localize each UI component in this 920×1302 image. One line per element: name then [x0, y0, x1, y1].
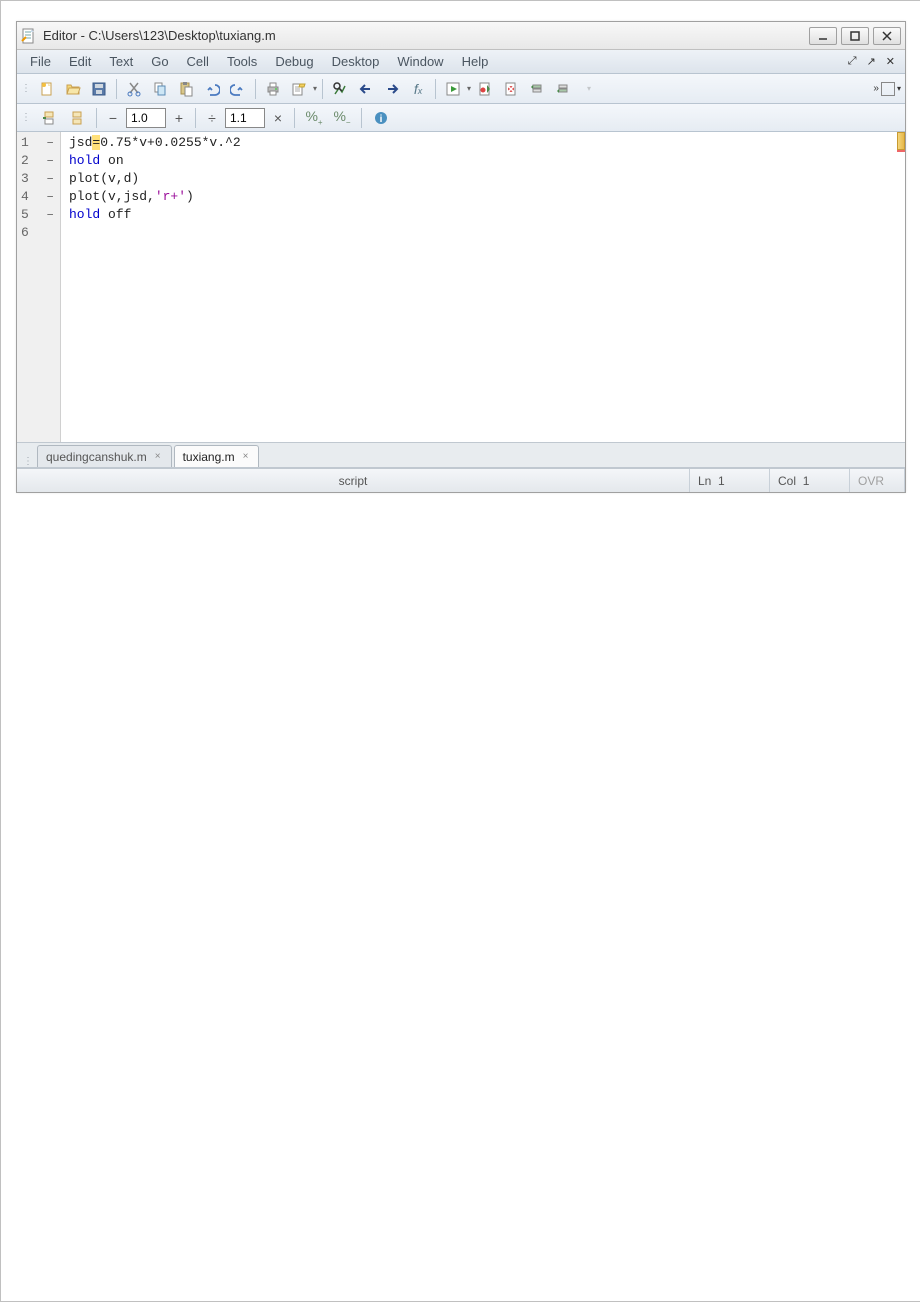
window-title: Editor - C:\Users\123\Desktop\tuxiang.m — [43, 28, 809, 43]
minus-icon[interactable]: − — [104, 110, 122, 126]
line-gutter: 1 – 2 – 3 – 4 – 5 – 6 — [17, 132, 61, 442]
menu-file[interactable]: File — [21, 51, 60, 72]
status-line: Ln 1 — [690, 469, 770, 492]
toolbar-overflow-icon[interactable]: » — [873, 83, 879, 94]
print-button[interactable] — [261, 77, 285, 101]
tab-label: quedingcanshuk.m — [46, 450, 147, 464]
menu-edit[interactable]: Edit — [60, 51, 100, 72]
editor-area[interactable]: 1 – 2 – 3 – 4 – 5 – 6 jsd=0.75*v+0.0255*v.^2h… — [17, 132, 905, 442]
menubar: File Edit Text Go Cell Tools Debug Deskt… — [17, 50, 905, 74]
cell-step-input-2[interactable] — [225, 108, 265, 128]
status-ovr[interactable]: OVR — [850, 469, 905, 492]
line-number: 5 — [21, 207, 29, 223]
message-mark-icon[interactable] — [897, 150, 905, 152]
stack-down-button[interactable] — [551, 77, 575, 101]
dock-icon[interactable]: ⤢ — [846, 53, 859, 70]
svg-text:i: i — [380, 114, 383, 125]
undock-icon[interactable]: ↗ — [865, 53, 878, 70]
line-dash: – — [46, 135, 54, 151]
toolbar-handle-icon: ⋮ — [21, 83, 31, 94]
cell-handle-icon: ⋮ — [21, 112, 31, 123]
save-button[interactable] — [87, 77, 111, 101]
editor-window: Editor - C:\Users\123\Desktop\tuxiang.m … — [16, 21, 906, 493]
toolbar-box-icon[interactable] — [881, 82, 895, 96]
cell-eval-button[interactable] — [65, 106, 89, 130]
cell-toolbar: ⋮ − + ÷ × %+ %− i — [17, 104, 905, 132]
app-icon — [21, 28, 37, 44]
menu-text[interactable]: Text — [100, 51, 142, 72]
main-toolbar: ⋮ ▾ fx ▾ ▾ » ▾ — [17, 74, 905, 104]
stack-up-button[interactable] — [525, 77, 549, 101]
line-dash: – — [46, 171, 54, 187]
menu-desktop[interactable]: Desktop — [323, 51, 389, 72]
maximize-button[interactable] — [841, 27, 869, 45]
line-dash: – — [46, 153, 54, 169]
menu-debug[interactable]: Debug — [266, 51, 322, 72]
run-button[interactable] — [441, 77, 465, 101]
menu-help[interactable]: Help — [453, 51, 498, 72]
forward-button[interactable] — [380, 77, 404, 101]
code-text[interactable]: jsd=0.75*v+0.0255*v.^2hold onplot(v,d)pl… — [61, 132, 905, 442]
redo-button[interactable] — [226, 77, 250, 101]
cell-step-input-1[interactable] — [126, 108, 166, 128]
minimize-button[interactable] — [809, 27, 837, 45]
tab-tuxiang[interactable]: tuxiang.m × — [174, 445, 260, 467]
disabled-dropdown: ▾ — [577, 77, 601, 101]
line-number: 2 — [21, 153, 29, 169]
copy-button[interactable] — [148, 77, 172, 101]
percent-dec-button[interactable]: %− — [330, 106, 354, 130]
close-button[interactable] — [873, 27, 901, 45]
divide-icon[interactable]: ÷ — [203, 110, 221, 126]
cell-insert-button[interactable] — [37, 106, 61, 130]
line-number: 4 — [21, 189, 29, 205]
plus-icon[interactable]: + — [170, 110, 188, 126]
set-breakpoint-button[interactable] — [473, 77, 497, 101]
titlebar: Editor - C:\Users\123\Desktop\tuxiang.m — [17, 22, 905, 50]
menu-go[interactable]: Go — [142, 51, 177, 72]
line-dash: – — [46, 189, 54, 205]
open-file-button[interactable] — [61, 77, 85, 101]
tab-close-icon[interactable]: × — [153, 451, 163, 462]
tab-label: tuxiang.m — [183, 450, 235, 464]
find-button[interactable] — [328, 77, 352, 101]
cut-button[interactable] — [122, 77, 146, 101]
line-number: 1 — [21, 135, 29, 151]
function-hint-button[interactable]: fx — [406, 77, 430, 101]
times-icon[interactable]: × — [269, 110, 287, 126]
paste-button[interactable] — [174, 77, 198, 101]
tab-close-icon[interactable]: × — [241, 451, 251, 462]
line-number: 6 — [21, 225, 29, 241]
line-number: 3 — [21, 171, 29, 187]
percent-inc-button[interactable]: %+ — [302, 106, 326, 130]
back-button[interactable] — [354, 77, 378, 101]
panel-close-icon[interactable]: ✕ — [884, 53, 897, 70]
status-type: script — [17, 469, 690, 492]
undo-button[interactable] — [200, 77, 224, 101]
tab-quedingcanshuk[interactable]: quedingcanshuk.m × — [37, 445, 172, 467]
toolbar-dropdown-icon[interactable]: ▾ — [897, 84, 901, 93]
menu-tools[interactable]: Tools — [218, 51, 266, 72]
menu-window[interactable]: Window — [388, 51, 452, 72]
status-col: Col 1 — [770, 469, 850, 492]
clear-breakpoint-button[interactable] — [499, 77, 523, 101]
info-button[interactable]: i — [369, 106, 393, 130]
publish-button[interactable] — [287, 77, 311, 101]
line-dash: – — [46, 207, 54, 223]
tabs-handle-icon: ⋮ — [23, 456, 33, 467]
new-file-button[interactable] — [35, 77, 59, 101]
message-bar-icon[interactable] — [897, 132, 905, 150]
menu-cell[interactable]: Cell — [178, 51, 218, 72]
file-tabs: ⋮ quedingcanshuk.m × tuxiang.m × — [17, 442, 905, 468]
statusbar: script Ln 1 Col 1 OVR — [17, 468, 905, 492]
